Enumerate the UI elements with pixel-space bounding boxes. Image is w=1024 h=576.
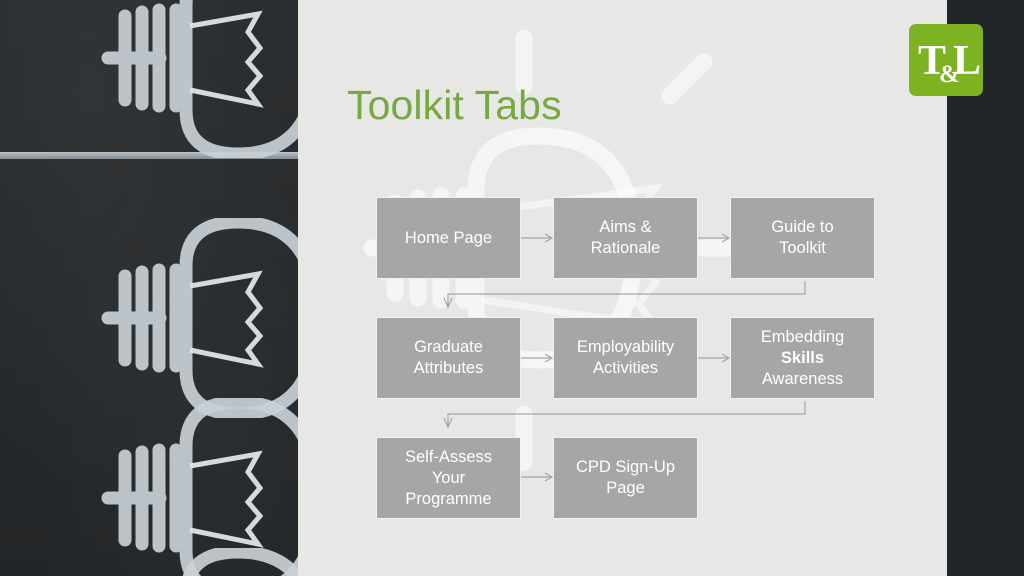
flow-node-aims-rationale[interactable]: Aims & Rationale	[553, 197, 698, 279]
flow-node-line: Your	[431, 468, 466, 487]
toolkit-tabs-flowchart: Home Page Aims & Rationale Guide to Tool…	[0, 0, 1024, 576]
flow-node-line: Embedding	[760, 327, 845, 346]
flow-node-graduate-attributes[interactable]: Graduate Attributes	[376, 317, 521, 399]
flow-node-line: Home Page	[404, 228, 493, 247]
flow-node-cpd-sign-up-page[interactable]: CPD Sign-Up Page	[553, 437, 698, 519]
flow-node-line: Programme	[405, 489, 492, 508]
flow-node-guide-to-toolkit[interactable]: Guide to Toolkit	[730, 197, 875, 279]
flow-node-line: Skills	[780, 348, 825, 367]
flow-node-line: Aims &	[599, 218, 652, 236]
flow-node-line: Activities	[592, 359, 659, 377]
flow-node-line: Employability	[576, 338, 675, 356]
flow-node-line: Attributes	[413, 359, 484, 377]
flow-node-line: Guide to	[771, 218, 834, 236]
slide-canvas: Toolkit Tabs T & L Home Page Aims & Rati…	[0, 0, 1024, 576]
flow-node-line: Toolkit	[779, 239, 826, 257]
flow-node-line: CPD Sign-Up	[575, 458, 676, 476]
flow-node-line: Page	[606, 479, 645, 497]
flow-node-line: Self-Assess	[404, 447, 493, 466]
flow-node-line: Graduate	[414, 338, 483, 356]
flow-node-employability-activities[interactable]: Employability Activities	[553, 317, 698, 399]
flow-node-self-assess-your-programme[interactable]: Self-Assess Your Programme	[376, 437, 521, 519]
flow-node-home-page[interactable]: Home Page	[376, 197, 521, 279]
flow-node-line: Rationale	[590, 239, 661, 257]
flow-node-embedding-skills-awareness[interactable]: Embedding Skills Awareness	[730, 317, 875, 399]
flow-node-line: Awareness	[761, 369, 844, 388]
